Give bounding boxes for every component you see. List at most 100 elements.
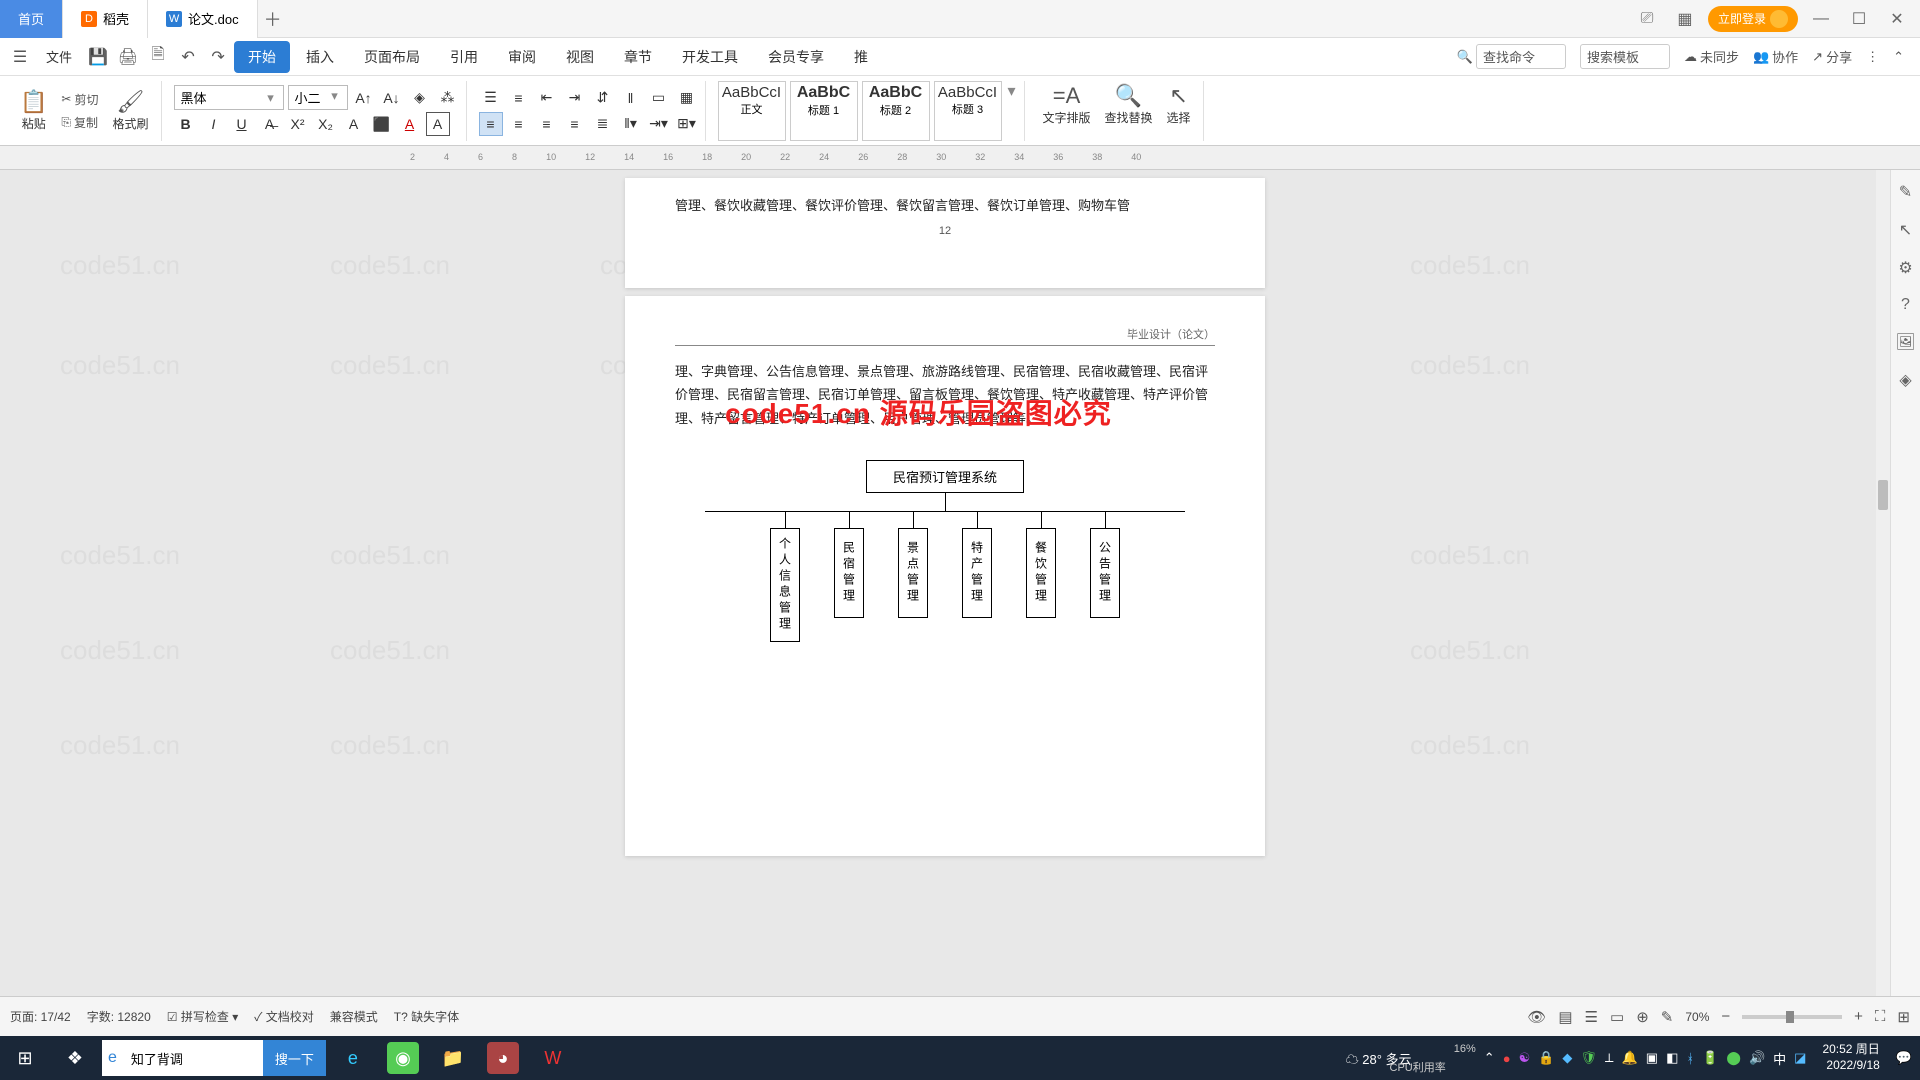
- web-view-icon[interactable]: ⊕: [1636, 1008, 1649, 1026]
- tray-icon[interactable]: ⌃: [1484, 1050, 1495, 1066]
- taskbar-ie-icon[interactable]: e: [328, 1036, 378, 1080]
- vertical-scrollbar[interactable]: [1876, 170, 1890, 1040]
- tray-icon[interactable]: 🔒: [1538, 1050, 1554, 1066]
- spellcheck-toggle[interactable]: ☑ 拼写检查 ▾: [167, 1008, 238, 1025]
- file-menu[interactable]: 文件: [36, 43, 82, 70]
- tray-icon[interactable]: ▣: [1646, 1050, 1658, 1066]
- taskbar-search[interactable]: e 搜一下: [102, 1040, 326, 1076]
- bold-button[interactable]: B: [174, 112, 198, 136]
- indent-decrease-button[interactable]: ⇤: [535, 86, 559, 110]
- tray-icon[interactable]: ◪: [1794, 1050, 1806, 1066]
- text-direction-button[interactable]: ⇵: [591, 86, 615, 110]
- para-settings-button[interactable]: ⊞▾: [675, 112, 699, 136]
- style-body[interactable]: AaBbCcI正文: [718, 81, 786, 141]
- pinyin-icon[interactable]: ⁂: [436, 86, 460, 110]
- search-command-input[interactable]: 🔍 查找命令: [1457, 44, 1566, 69]
- taskbar-app-icon[interactable]: ◕: [478, 1036, 528, 1080]
- new-tab-button[interactable]: ＋: [258, 0, 288, 38]
- zoom-out-button[interactable]: −: [1721, 1008, 1730, 1025]
- save-icon[interactable]: 💾: [84, 43, 112, 71]
- print-icon[interactable]: 🖨: [114, 43, 142, 71]
- taskbar-wps-icon[interactable]: W: [528, 1036, 578, 1080]
- align-left-button[interactable]: ≡: [479, 112, 503, 136]
- align-center-button[interactable]: ≡: [507, 112, 531, 136]
- edit-mode-icon[interactable]: ✎: [1661, 1008, 1674, 1026]
- zoom-in-button[interactable]: +: [1854, 1008, 1863, 1025]
- more-icon[interactable]: ⋮: [1866, 49, 1879, 65]
- tray-icon[interactable]: ⬤: [1726, 1050, 1741, 1066]
- reading-view-icon[interactable]: ▭: [1610, 1008, 1624, 1026]
- taskbar-360-icon[interactable]: ◉: [378, 1036, 428, 1080]
- numbering-button[interactable]: ≡: [507, 86, 531, 110]
- superscript-button[interactable]: X²: [286, 112, 310, 136]
- menu-vip[interactable]: 会员专享: [754, 41, 838, 73]
- style-h2[interactable]: AaBbC标题 2: [862, 81, 930, 141]
- shading-button[interactable]: ▭: [647, 86, 671, 110]
- volume-icon[interactable]: 🔊: [1749, 1050, 1765, 1066]
- word-count[interactable]: 字数: 12820: [87, 1008, 151, 1025]
- sync-status[interactable]: ☁ 未同步: [1684, 47, 1739, 66]
- cut-button[interactable]: ✂ 剪切: [57, 89, 102, 110]
- reading-layout-icon[interactable]: ⎚: [1632, 4, 1662, 34]
- styles-expand-button[interactable]: ▾: [1006, 81, 1018, 141]
- select-button[interactable]: ↖选择: [1161, 81, 1197, 141]
- page-status[interactable]: 页面: 17/42: [10, 1008, 71, 1025]
- notification-icon[interactable]: 🔔: [1622, 1050, 1638, 1066]
- fit-icon[interactable]: ⊞: [1897, 1008, 1910, 1026]
- tray-icon[interactable]: ☯: [1519, 1050, 1531, 1066]
- cursor-icon[interactable]: ↖: [1899, 220, 1912, 240]
- share-button[interactable]: ↗ 分享: [1812, 47, 1852, 66]
- line-spacing-button[interactable]: ‖: [619, 86, 643, 110]
- char-border-button[interactable]: A: [426, 112, 450, 136]
- grow-font-icon[interactable]: A↑: [352, 86, 376, 110]
- wifi-icon[interactable]: ⟂: [1605, 1050, 1614, 1066]
- underline-button[interactable]: U: [230, 112, 254, 136]
- proofread-button[interactable]: ✓ 文档校对: [254, 1008, 314, 1025]
- zoom-slider[interactable]: [1742, 1015, 1842, 1019]
- tab-document[interactable]: W论文.doc: [148, 0, 258, 38]
- font-color-button[interactable]: A: [398, 112, 422, 136]
- borders-button[interactable]: ▦: [675, 86, 699, 110]
- menu-start[interactable]: 开始: [234, 41, 290, 73]
- close-button[interactable]: ✕: [1882, 4, 1912, 34]
- paste-button[interactable]: 📋粘贴: [14, 87, 53, 134]
- find-replace-button[interactable]: 🔍查找替换: [1099, 81, 1159, 141]
- distribute-button[interactable]: ≣: [591, 112, 615, 136]
- outline-view-icon[interactable]: ☰: [1585, 1008, 1598, 1026]
- menu-reference[interactable]: 引用: [436, 41, 492, 73]
- copy-button[interactable]: ⎘ 复制: [57, 112, 102, 133]
- text-layout-button[interactable]: =A文字排版: [1037, 81, 1097, 141]
- minimize-button[interactable]: —: [1806, 4, 1836, 34]
- taskbar-search-button[interactable]: 搜一下: [263, 1040, 326, 1076]
- shrink-font-icon[interactable]: A↓: [380, 86, 404, 110]
- strikethrough-button[interactable]: A̶: [258, 112, 282, 136]
- page-view-icon[interactable]: ▤: [1558, 1008, 1572, 1026]
- tray-icon[interactable]: ◧: [1666, 1050, 1678, 1066]
- style-h3[interactable]: AaBbCcI标题 3: [934, 81, 1002, 141]
- tab-docell[interactable]: D稻壳: [63, 0, 148, 38]
- menu-chapter[interactable]: 章节: [610, 41, 666, 73]
- indent-increase-button[interactable]: ⇥: [563, 86, 587, 110]
- battery-icon[interactable]: 🔋: [1702, 1050, 1718, 1066]
- menu-layout[interactable]: 页面布局: [350, 41, 434, 73]
- bluetooth-icon[interactable]: ᚼ: [1686, 1051, 1694, 1066]
- format-painter-button[interactable]: 🖌格式刷: [106, 87, 154, 134]
- ruler[interactable]: 246810121416182022242628303234363840: [0, 146, 1920, 170]
- print-preview-icon[interactable]: 🗎: [144, 43, 172, 71]
- tab-home[interactable]: 首页: [0, 0, 63, 38]
- eye-icon[interactable]: 👁: [1527, 1008, 1546, 1026]
- tray-icon[interactable]: 🛡: [1580, 1050, 1597, 1066]
- align-justify-button[interactable]: ≡: [563, 112, 587, 136]
- text-effects-button[interactable]: A: [342, 112, 366, 136]
- menu-review[interactable]: 审阅: [494, 41, 550, 73]
- search-template-input[interactable]: 搜索模板: [1580, 44, 1670, 69]
- start-button[interactable]: ⊞: [0, 1036, 50, 1080]
- clear-format-icon[interactable]: ◈: [408, 86, 432, 110]
- tabstop-button[interactable]: ⇥▾: [647, 112, 671, 136]
- taskbar-search-input[interactable]: [123, 1051, 263, 1066]
- compat-mode[interactable]: 兼容模式: [330, 1008, 378, 1025]
- image-icon[interactable]: 🖼: [1895, 332, 1915, 352]
- collaborate-button[interactable]: 👥 协作: [1753, 47, 1798, 66]
- document-area[interactable]: code51.cn code51.cn code51.cn code51.cn …: [0, 170, 1890, 1040]
- undo-icon[interactable]: ↶: [174, 43, 202, 71]
